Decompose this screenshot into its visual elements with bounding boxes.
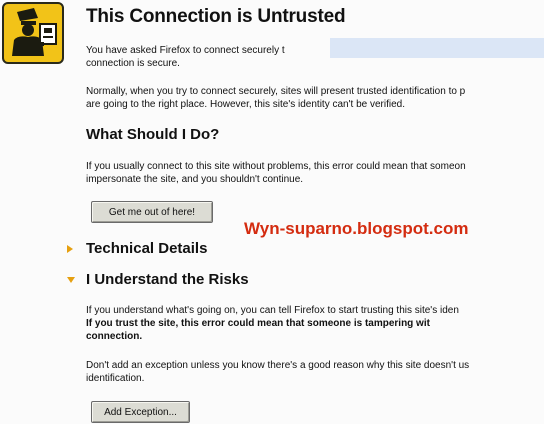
normal-text-line-1: Normally, when you try to connect secure… <box>86 86 466 97</box>
intro-text-line-1: You have asked Firefox to connect secure… <box>86 45 285 56</box>
advice-text-line-1: If you usually connect to this site with… <box>86 161 466 172</box>
advice-text-line-2: impersonate the site, and you shouldn't … <box>86 174 304 185</box>
what-should-i-do-heading: What Should I Do? <box>86 126 220 143</box>
get-me-out-button[interactable]: Get me out of here! <box>91 201 213 223</box>
expand-triangle-down-icon[interactable] <box>67 277 75 283</box>
redacted-site-address <box>330 38 544 58</box>
intro-text-line-2: connection is secure. <box>86 58 180 69</box>
normal-text-line-2: are going to the right place. However, t… <box>86 99 405 110</box>
exception-text-line-1: Don't add an exception unless you know t… <box>86 360 470 371</box>
expand-triangle-right-icon[interactable] <box>67 245 73 253</box>
risks-text-line-1: If you understand what's going on, you c… <box>86 305 459 316</box>
add-exception-button[interactable]: Add Exception... <box>91 401 190 423</box>
watermark-text: Wyn-suparno.blogspot.com <box>244 219 469 238</box>
page-title: This Connection is Untrusted <box>86 6 346 27</box>
risks-warning-line-2: connection. <box>86 331 143 342</box>
risks-warning-line-1: If you trust the site, this error could … <box>86 318 430 329</box>
technical-details-toggle[interactable]: Technical Details <box>86 240 207 257</box>
understand-risks-toggle[interactable]: I Understand the Risks <box>86 271 249 288</box>
security-officer-icon <box>2 2 64 64</box>
exception-text-line-2: identification. <box>86 373 145 384</box>
